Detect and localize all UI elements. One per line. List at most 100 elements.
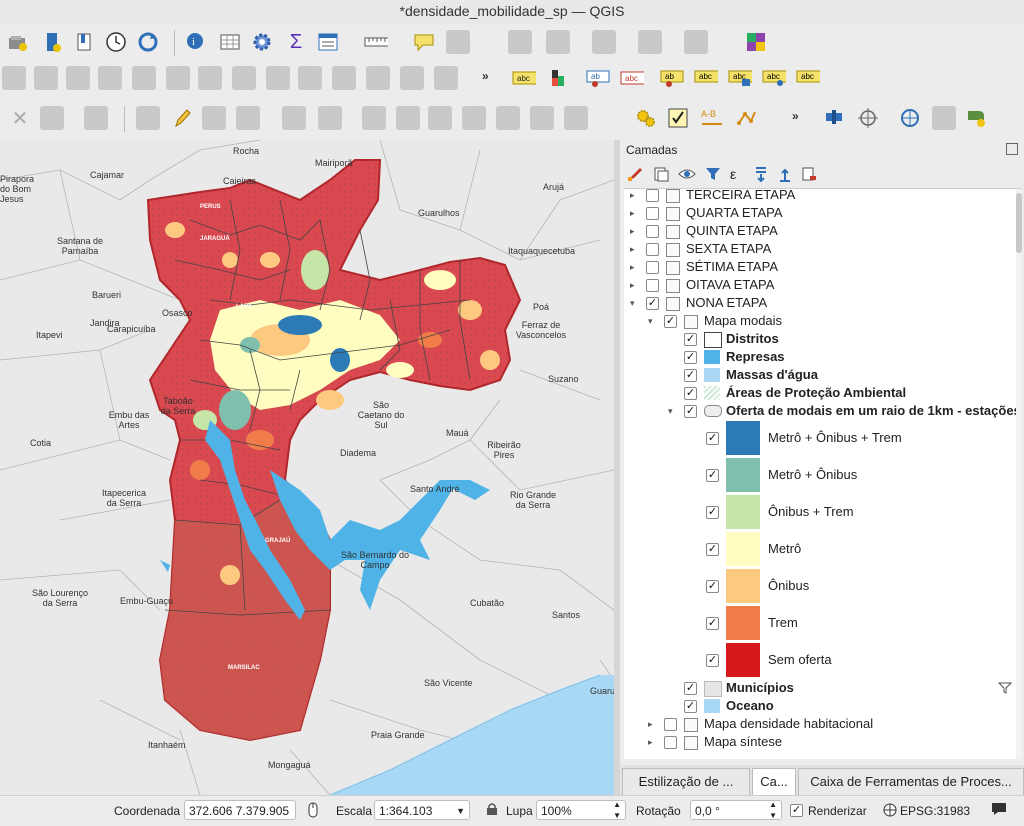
tab-layers[interactable]: Ca... <box>752 768 796 795</box>
pencil-icon[interactable] <box>170 106 194 130</box>
expand-arrow-icon[interactable]: ▸ <box>648 719 656 729</box>
layer-checkbox[interactable] <box>646 261 659 274</box>
label-move-icon[interactable]: abc <box>728 66 752 90</box>
label-pin-yellow-icon[interactable]: ab <box>660 66 684 90</box>
expression-filter-icon[interactable]: ε <box>730 166 748 182</box>
crs-label[interactable]: EPSG:31983 <box>900 804 970 818</box>
field-calculator-icon[interactable] <box>666 106 690 130</box>
layer-group-row[interactable]: ▾ ✓ NONA ETAPA <box>624 294 1022 312</box>
filter-legend-icon[interactable] <box>704 166 722 182</box>
eye-icon[interactable] <box>678 166 696 182</box>
measure-icon[interactable] <box>364 30 388 54</box>
edit-disabled-icon[interactable] <box>236 106 260 130</box>
annotation-icon[interactable] <box>412 30 436 54</box>
edit-disabled-icon[interactable] <box>282 106 306 130</box>
toolbar-overflow-icon[interactable]: » <box>482 69 489 83</box>
digitize-disabled-icon[interactable] <box>198 66 222 90</box>
settings-disabled-icon[interactable] <box>446 30 470 54</box>
undo-disabled-icon[interactable] <box>530 106 554 130</box>
layer-group-row[interactable]: ▸ TERCEIRA ETAPA <box>624 189 1022 204</box>
layer-checkbox[interactable]: ✓ <box>664 315 677 328</box>
expand-arrow-icon[interactable]: ▸ <box>630 226 638 236</box>
expand-arrow-icon[interactable]: ▸ <box>630 190 638 200</box>
gear-icon[interactable] <box>250 30 274 54</box>
layer-checkbox[interactable]: ✓ <box>684 369 697 382</box>
layer-row[interactable]: ✓ Municípios <box>624 679 1022 697</box>
layer-checkbox[interactable] <box>664 736 677 749</box>
label-pin-icon[interactable]: ab <box>586 66 610 90</box>
legend-checkbox[interactable]: ✓ <box>706 506 719 519</box>
disabled-tool-icon[interactable] <box>546 30 570 54</box>
snap-icon[interactable] <box>822 106 846 130</box>
scrollbar-thumb[interactable] <box>1016 193 1022 253</box>
messages-icon[interactable] <box>990 801 1008 820</box>
edit-disabled-icon[interactable] <box>318 106 342 130</box>
layer-checkbox[interactable] <box>646 279 659 292</box>
panel-float-icon[interactable] <box>1006 143 1018 155</box>
tab-processing-toolbox[interactable]: Caixa de Ferramentas de Proces... <box>798 768 1024 795</box>
expand-all-icon[interactable] <box>752 166 770 183</box>
digitize-disabled-icon[interactable] <box>66 66 90 90</box>
layer-checkbox[interactable] <box>646 243 659 256</box>
layer-checkbox[interactable]: ✓ <box>684 351 697 364</box>
save-edits-disabled-icon[interactable] <box>202 106 226 130</box>
layer-checkbox[interactable]: ✓ <box>684 405 697 418</box>
copy-disabled-icon[interactable] <box>462 106 486 130</box>
mouse-icon[interactable] <box>304 801 322 822</box>
legend-checkbox[interactable]: ✓ <box>706 580 719 593</box>
digitize-disabled-icon[interactable] <box>2 66 26 90</box>
edit-disabled-icon[interactable] <box>362 106 386 130</box>
legend-checkbox[interactable]: ✓ <box>706 654 719 667</box>
attribute-table-icon[interactable] <box>218 30 242 54</box>
legend-checkbox[interactable]: ✓ <box>706 432 719 445</box>
bookmark-icon[interactable] <box>72 30 96 54</box>
layer-checkbox[interactable]: ✓ <box>684 682 697 695</box>
collapse-arrow-icon[interactable]: ▾ <box>630 298 638 308</box>
layer-checkbox[interactable] <box>646 207 659 220</box>
clock-icon[interactable] <box>104 30 128 54</box>
toolbar-overflow-icon[interactable]: » <box>792 109 799 123</box>
label-abc-icon[interactable]: abc <box>512 66 536 90</box>
filter-icon[interactable] <box>997 682 1013 694</box>
layer-checkbox[interactable]: ✓ <box>684 333 697 346</box>
layer-row[interactable]: ✓ Distritos <box>624 330 1022 348</box>
layer-group-row[interactable]: ▾ ✓ Mapa modais <box>624 312 1022 330</box>
digitize-disabled-icon[interactable] <box>266 66 290 90</box>
add-group-icon[interactable] <box>652 166 670 182</box>
edit-disabled-icon[interactable] <box>40 106 64 130</box>
expand-arrow-icon[interactable]: ▸ <box>630 262 638 272</box>
table-icon[interactable] <box>316 30 340 54</box>
layer-checkbox[interactable]: ✓ <box>646 297 659 310</box>
lock-icon[interactable] <box>486 802 498 819</box>
tree-scrollbar[interactable] <box>1016 189 1022 759</box>
legend-item[interactable]: ✓ Trem <box>624 605 1022 641</box>
layer-group-row[interactable]: ▸ SEXTA ETAPA <box>624 240 1022 258</box>
plugin-icon[interactable] <box>744 30 768 54</box>
expand-arrow-icon[interactable]: ▸ <box>648 737 656 747</box>
remove-layer-icon[interactable] <box>800 166 818 182</box>
legend-item[interactable]: ✓ Metrô <box>624 531 1022 567</box>
collapse-arrow-icon[interactable]: ▾ <box>668 406 676 416</box>
legend-checkbox[interactable]: ✓ <box>706 469 719 482</box>
layer-group-row[interactable]: ▸ OITAVA ETAPA <box>624 276 1022 294</box>
processing-gears-icon[interactable] <box>634 106 658 130</box>
layer-row[interactable]: ✓ Represas <box>624 348 1022 366</box>
collapse-arrow-icon[interactable]: ▾ <box>648 316 656 326</box>
legend-item[interactable]: ✓ Sem oferta <box>624 642 1022 678</box>
paste-disabled-icon[interactable] <box>496 106 520 130</box>
open-project-icon[interactable] <box>6 30 30 54</box>
digitize-disabled-icon[interactable] <box>332 66 356 90</box>
diagram-icon[interactable] <box>546 66 570 90</box>
collapse-all-icon[interactable] <box>776 166 794 182</box>
style-brush-icon[interactable] <box>626 166 644 182</box>
digitize-disabled-icon[interactable] <box>98 66 122 90</box>
redo-disabled-icon[interactable] <box>564 106 588 130</box>
legend-item[interactable]: ✓ Metrô + Ônibus <box>624 457 1022 493</box>
legend-item[interactable]: ✓ Ônibus + Trem <box>624 494 1022 530</box>
globe-icon[interactable] <box>898 106 922 130</box>
expand-arrow-icon[interactable]: ▸ <box>630 280 638 290</box>
tab-styling[interactable]: Estilização de ... <box>622 768 750 795</box>
layer-group-row[interactable]: ▸ QUARTA ETAPA <box>624 204 1022 222</box>
digitize-disabled-icon[interactable] <box>366 66 390 90</box>
legend-item[interactable]: ✓ Metrô + Ônibus + Trem <box>624 420 1022 456</box>
